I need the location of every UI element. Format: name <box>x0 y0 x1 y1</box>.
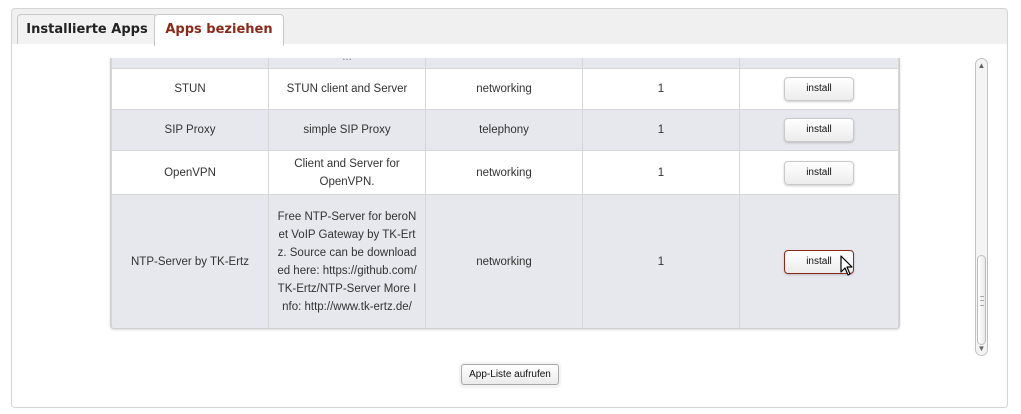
install-button-openvpn[interactable]: install <box>784 160 854 185</box>
apps-table: ... STUN STUN client and Server networki… <box>111 58 899 328</box>
install-button-ntp-server[interactable]: install <box>784 249 854 274</box>
cell-name: OpenVPN <box>111 150 269 195</box>
cell-version: 1 <box>582 150 740 195</box>
cell-name: NTP-Server by TK-Ertz <box>111 194 269 328</box>
cell-description: STUN client and Server <box>268 68 426 110</box>
install-button-stun[interactable]: install <box>784 77 854 101</box>
table-row: OpenVPN Client and Server for OpenVPN. n… <box>111 150 899 195</box>
scroll-up-arrow-icon[interactable]: ▲ <box>976 60 987 71</box>
grip-icon <box>980 296 984 306</box>
scroll-down-arrow-icon[interactable]: ▼ <box>976 343 987 354</box>
cell-name <box>111 58 269 69</box>
install-button-sip-proxy[interactable]: install <box>784 118 854 142</box>
cell-category <box>425 58 583 69</box>
cell-category: networking <box>425 68 583 110</box>
cell-action <box>739 58 899 69</box>
cell-version: 1 <box>582 68 740 110</box>
table-row: STUN STUN client and Server networking 1… <box>111 68 899 110</box>
cell-action: install <box>739 150 899 195</box>
cell-description: Client and Server for OpenVPN. <box>268 150 426 195</box>
tab-apps-beziehen[interactable]: Apps beziehen <box>154 14 284 46</box>
apps-table-viewport: ... STUN STUN client and Server networki… <box>111 58 899 328</box>
cell-category: networking <box>425 150 583 195</box>
cell-name: SIP Proxy <box>111 109 269 151</box>
cell-category: telephony <box>425 109 583 151</box>
cell-description: ... <box>268 58 426 69</box>
cell-action: install <box>739 194 899 328</box>
scrollbar-thumb[interactable] <box>977 255 986 345</box>
cell-version: 1 <box>582 109 740 151</box>
cell-version: 1 <box>582 194 740 328</box>
cell-description: Free NTP-Server for beroNet VoIP Gateway… <box>268 194 426 328</box>
tab-bar: Installierte Apps Apps beziehen <box>11 8 1008 46</box>
cell-description: simple SIP Proxy <box>268 109 426 151</box>
cell-action: install <box>739 109 899 151</box>
tab-installierte-apps[interactable]: Installierte Apps <box>17 14 157 45</box>
vertical-scrollbar[interactable]: ▲ ▼ <box>975 58 988 356</box>
table-row: NTP-Server by TK-Ertz Free NTP-Server fo… <box>111 194 899 328</box>
cell-action: install <box>739 68 899 110</box>
table-row: SIP Proxy simple SIP Proxy telephony 1 i… <box>111 109 899 151</box>
table-row-partial: ... <box>111 58 899 69</box>
cell-category: networking <box>425 194 583 328</box>
cell-name: STUN <box>111 68 269 110</box>
app-list-button[interactable]: App-Liste aufrufen <box>461 364 559 385</box>
cell-version <box>582 58 740 69</box>
